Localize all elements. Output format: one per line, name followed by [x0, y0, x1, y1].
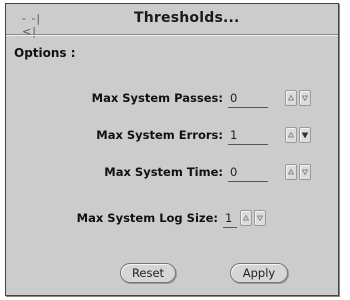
reset-button[interactable]: Reset — [120, 263, 176, 283]
max-system-log-size-stepper — [240, 210, 268, 226]
max-system-errors-row: Max System Errors: — [6, 126, 338, 148]
max-system-log-size-label: Max System Log Size: — [76, 211, 218, 225]
increment-arrow-icon[interactable] — [240, 210, 252, 226]
max-system-passes-label: Max System Passes: — [91, 91, 223, 105]
max-system-passes-input[interactable] — [228, 89, 268, 108]
max-system-passes-row: Max System Passes: — [6, 89, 338, 111]
max-system-log-size-row: Max System Log Size: — [6, 209, 338, 231]
title-bar: - -|<| Thresholds... — [6, 4, 338, 38]
max-system-log-size-input[interactable] — [223, 209, 237, 228]
max-system-passes-stepper — [285, 90, 313, 106]
max-system-time-label: Max System Time: — [104, 165, 223, 179]
max-system-errors-input[interactable] — [228, 126, 268, 145]
window-title: Thresholds... — [134, 10, 240, 26]
apply-button[interactable]: Apply — [230, 263, 288, 283]
increment-arrow-icon[interactable] — [285, 164, 297, 180]
max-system-time-stepper — [285, 164, 313, 180]
increment-arrow-icon[interactable] — [285, 127, 297, 143]
decrement-arrow-icon[interactable] — [299, 90, 311, 106]
max-system-time-row: Max System Time: — [6, 163, 338, 185]
max-system-time-input[interactable] — [228, 163, 268, 182]
decrement-arrow-icon[interactable] — [299, 164, 311, 180]
decrement-arrow-icon[interactable] — [254, 210, 266, 226]
options-section-label: Options : — [14, 46, 76, 60]
increment-arrow-icon[interactable] — [285, 90, 297, 106]
max-system-errors-label: Max System Errors: — [96, 128, 223, 142]
decrement-arrow-icon[interactable] — [299, 127, 311, 143]
max-system-errors-stepper — [285, 127, 313, 143]
title-bar-divider — [6, 35, 338, 36]
thresholds-window: - -|<| Thresholds... Options : Max Syste… — [5, 3, 339, 296]
window-menu-icon[interactable]: - -|<| — [22, 12, 52, 38]
